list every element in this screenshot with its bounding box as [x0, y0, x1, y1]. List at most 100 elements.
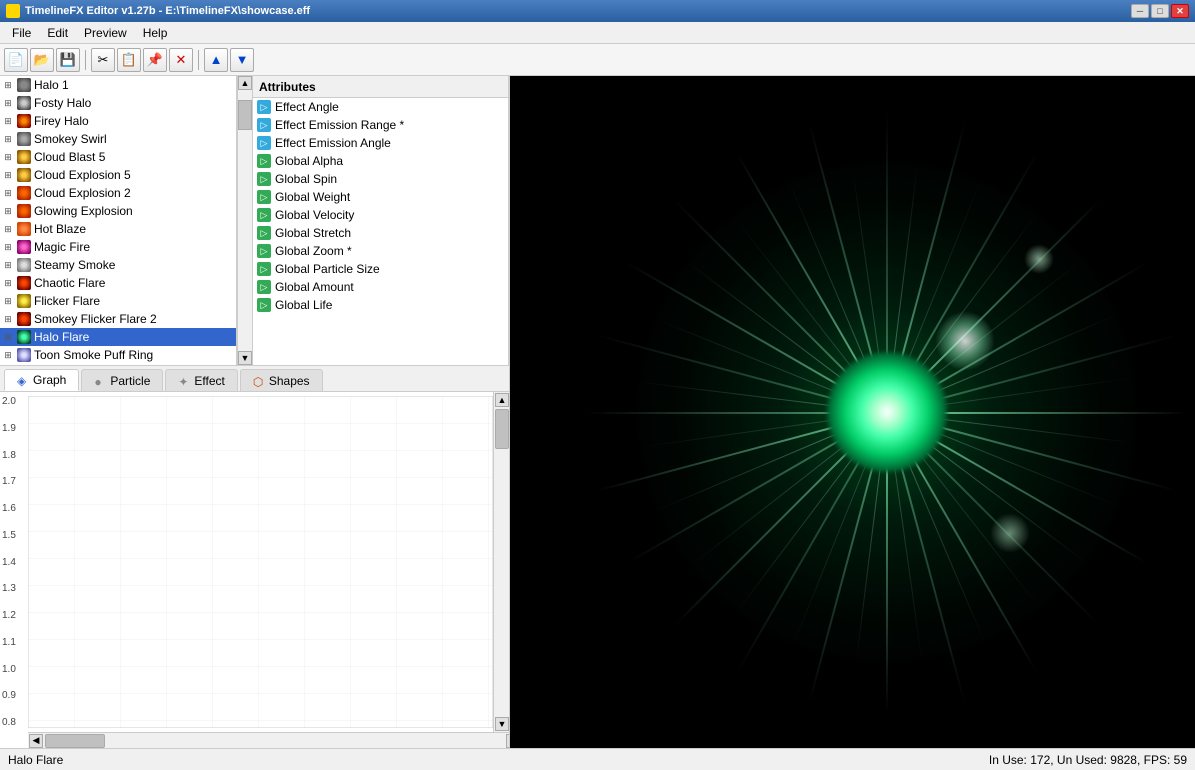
tab-effect[interactable]: ✦ Effect — [165, 369, 237, 391]
list-item[interactable]: ⊞ Fosty Halo — [0, 94, 236, 112]
scroll-up-btn[interactable]: ▲ — [238, 76, 252, 90]
attr-item[interactable]: ▷ Global Velocity — [253, 206, 508, 224]
attr-icon: ▷ — [257, 208, 271, 222]
y-label-1-2: 1.2 — [2, 610, 26, 621]
list-item[interactable]: ⊞ Toon Explosion 2 — [0, 364, 236, 365]
attr-icon: ▷ — [257, 262, 271, 276]
vscroll-up-btn[interactable]: ▲ — [495, 393, 509, 407]
attr-item[interactable]: ▷ Effect Angle — [253, 98, 508, 116]
y-label-1-1: 1.1 — [2, 637, 26, 648]
y-label-1-4: 1.4 — [2, 557, 26, 568]
list-item[interactable]: ⊞ Steamy Smoke — [0, 256, 236, 274]
list-item[interactable]: ⊞ Smokey Flicker Flare 2 — [0, 310, 236, 328]
effect-thumbnail — [17, 276, 31, 290]
close-button[interactable]: ✕ — [1171, 4, 1189, 18]
save-button[interactable]: 💾 — [56, 48, 80, 72]
list-item[interactable]: ⊞ Toon Smoke Puff Ring — [0, 346, 236, 364]
maximize-button[interactable]: □ — [1151, 4, 1169, 18]
menu-file[interactable]: File — [4, 24, 39, 42]
effect-thumbnail — [17, 150, 31, 164]
new-button[interactable]: 📄 — [4, 48, 28, 72]
attr-icon: ▷ — [257, 280, 271, 294]
effect-thumbnail — [17, 168, 31, 182]
graph-horizontal-scrollbar[interactable]: ◀ ▶ — [28, 732, 509, 748]
attr-label: Effect Angle — [275, 100, 339, 114]
menu-help[interactable]: Help — [135, 24, 176, 42]
list-item[interactable]: ⊞ Magic Fire — [0, 238, 236, 256]
expand-icon: ⊞ — [2, 313, 14, 325]
attr-item[interactable]: ▷ Global Spin — [253, 170, 508, 188]
open-button[interactable]: 📂 — [30, 48, 54, 72]
minimize-button[interactable]: ─ — [1131, 4, 1149, 18]
effect-label: Glowing Explosion — [34, 204, 133, 218]
hscroll-right-btn[interactable]: ▶ — [506, 734, 509, 748]
y-label-1-8: 1.8 — [2, 450, 26, 461]
attributes-panel: Attributes ▷ Effect Angle ▷ Effect Emiss… — [253, 76, 509, 365]
list-item[interactable]: ⊞ Halo 1 — [0, 76, 236, 94]
attr-item[interactable]: ▷ Global Particle Size — [253, 260, 508, 278]
menu-edit[interactable]: Edit — [39, 24, 76, 42]
list-item[interactable]: ⊞ Chaotic Flare — [0, 274, 236, 292]
effect-label: Magic Fire — [34, 240, 90, 254]
attr-item[interactable]: ▷ Effect Emission Angle — [253, 134, 508, 152]
hscroll-left-btn[interactable]: ◀ — [29, 734, 43, 748]
effect-thumbnail — [17, 186, 31, 200]
y-label-1-7: 1.7 — [2, 476, 26, 487]
effect-label: Halo Flare — [34, 330, 89, 344]
effect-label: Hot Blaze — [34, 222, 86, 236]
move-up-button[interactable]: ▲ — [204, 48, 228, 72]
attr-item[interactable]: ▷ Global Life — [253, 296, 508, 314]
list-item[interactable]: ⊞ Cloud Explosion 5 — [0, 166, 236, 184]
attr-label: Global Velocity — [275, 208, 354, 222]
effect-thumbnail — [17, 330, 31, 344]
list-item[interactable]: ⊞ Cloud Explosion 2 — [0, 184, 236, 202]
attr-item[interactable]: ▷ Effect Emission Range * — [253, 116, 508, 134]
effect-thumbnail — [17, 312, 31, 326]
scroll-thumb[interactable] — [238, 100, 252, 130]
attr-item[interactable]: ▷ Global Zoom * — [253, 242, 508, 260]
list-item[interactable]: ⊞ Flicker Flare — [0, 292, 236, 310]
list-item[interactable]: ⊞ Smokey Swirl — [0, 130, 236, 148]
effect-label: Cloud Explosion 2 — [34, 186, 131, 200]
tab-graph[interactable]: ◈ Graph — [4, 369, 79, 391]
list-item[interactable]: ⊞ Hot Blaze — [0, 220, 236, 238]
effect-label: Smokey Swirl — [34, 132, 107, 146]
tab-particle[interactable]: ● Particle — [81, 369, 163, 391]
effect-thumbnail — [17, 114, 31, 128]
attr-item[interactable]: ▷ Global Alpha — [253, 152, 508, 170]
attr-item[interactable]: ▷ Global Weight — [253, 188, 508, 206]
vscroll-thumb[interactable] — [495, 409, 509, 449]
effect-thumbnail — [17, 78, 31, 92]
glow-center — [827, 352, 947, 472]
preview-panel — [510, 76, 1195, 748]
attr-label: Global Spin — [275, 172, 337, 186]
bright-spot-2 — [990, 513, 1030, 553]
y-label-0-9: 0.9 — [2, 690, 26, 701]
menubar: File Edit Preview Help — [0, 22, 1195, 44]
scroll-down-btn[interactable]: ▼ — [238, 351, 252, 365]
tab-bar: ◈ Graph ● Particle ✦ Effect ⬡ Shapes — [0, 366, 509, 392]
move-down-button[interactable]: ▼ — [230, 48, 254, 72]
tab-shapes[interactable]: ⬡ Shapes — [240, 369, 323, 391]
graph-svg[interactable] — [28, 396, 493, 728]
cut-button[interactable]: ✂ — [91, 48, 115, 72]
effect-thumbnail — [17, 96, 31, 110]
attr-icon: ▷ — [257, 244, 271, 258]
y-label-1-6: 1.6 — [2, 503, 26, 514]
attr-item[interactable]: ▷ Global Stretch — [253, 224, 508, 242]
list-item[interactable]: ⊞ Glowing Explosion — [0, 202, 236, 220]
graph-vertical-scrollbar[interactable]: ▲ ▼ — [493, 392, 509, 732]
attr-item[interactable]: ▷ Global Amount — [253, 278, 508, 296]
effect-label: Firey Halo — [34, 114, 89, 128]
menu-preview[interactable]: Preview — [76, 24, 135, 42]
attr-label: Global Stretch — [275, 226, 351, 240]
paste-button[interactable]: 📌 — [143, 48, 167, 72]
delete-button[interactable]: ✕ — [169, 48, 193, 72]
list-item[interactable]: ⊞ Cloud Blast 5 — [0, 148, 236, 166]
vscroll-down-btn[interactable]: ▼ — [495, 717, 509, 731]
hscroll-thumb[interactable] — [45, 734, 105, 748]
list-item-selected[interactable]: ⊞ Halo Flare — [0, 328, 236, 346]
expand-icon: ⊞ — [2, 223, 14, 235]
copy-button[interactable]: 📋 — [117, 48, 141, 72]
list-item[interactable]: ⊞ Firey Halo — [0, 112, 236, 130]
